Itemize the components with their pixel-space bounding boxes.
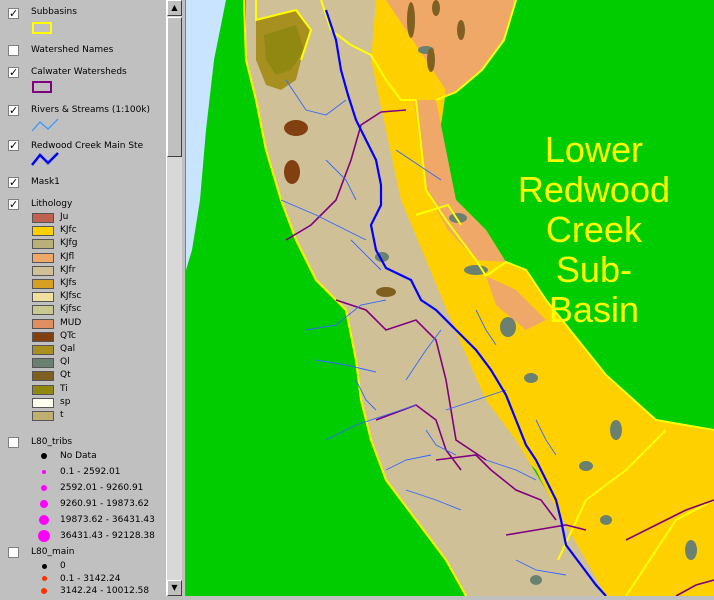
lithology-label: MUD (60, 317, 82, 328)
scroll-down-button[interactable]: ▼ (167, 580, 182, 596)
toc-scrollbar[interactable]: ▲ ▼ (166, 0, 182, 596)
lithology-swatch (32, 239, 54, 250)
lithology-label: KJfsc (60, 291, 82, 302)
lithology-swatch (32, 252, 54, 263)
point-symbol (39, 515, 49, 525)
point-class-label: 0 (60, 561, 66, 571)
point-symbol (41, 588, 47, 594)
point-symbol (42, 470, 46, 474)
lithology-swatch (32, 265, 54, 276)
lithology-swatch (32, 345, 54, 355)
scroll-thumb[interactable] (167, 17, 182, 157)
lithology-label: KJfl (60, 251, 75, 262)
lithology-swatch (32, 318, 54, 329)
layer-name-calwater[interactable]: Calwater Watersheds (31, 67, 127, 77)
lithology-label: Ti (60, 383, 68, 394)
calwater-symbol (32, 81, 52, 93)
lithology-swatch (32, 292, 54, 303)
lithology-label: Kjfsc (60, 304, 82, 315)
point-symbol (41, 453, 47, 459)
lithology-label: sp (60, 396, 71, 407)
point-class-label: 36431.43 - 92128.38 (60, 531, 155, 541)
layer-checkbox-mask1[interactable]: ✓ (8, 177, 19, 188)
point-class-label: 2592.01 - 9260.91 (60, 483, 144, 493)
layer-checkbox-subbasins[interactable]: ✓ (8, 8, 19, 19)
point-class-label: 0.1 - 3142.24 (60, 573, 121, 584)
point-symbol (41, 563, 47, 569)
lithology-swatch (32, 358, 54, 369)
layer-checkbox-rivers[interactable]: ✓ (8, 105, 19, 116)
lithology-swatch (32, 213, 54, 223)
lithology-label: t (60, 410, 64, 420)
layer-name-lithology[interactable]: Lithology (31, 199, 72, 209)
point-symbol (41, 485, 47, 491)
lithology-label: Ju (60, 212, 69, 222)
main-stem-symbol (31, 152, 59, 166)
point-class-label: 3142.24 - 10012.58 (60, 586, 150, 596)
lithology-swatch (32, 371, 54, 382)
layer-checkbox-l80-tribs[interactable] (8, 437, 19, 448)
point-symbol (40, 500, 48, 508)
lithology-swatch (32, 397, 54, 408)
table-of-contents: ✓ Subbasins Watershed Names ✓ Calwater W… (0, 0, 166, 596)
point-symbol (38, 530, 50, 542)
lithology-label: KJfr (60, 264, 76, 275)
layer-name-l80-main[interactable]: L80_main (31, 547, 74, 557)
layer-checkbox-lithology[interactable]: ✓ (8, 199, 19, 210)
lithology-swatch (32, 384, 54, 395)
point-symbol (41, 576, 47, 581)
lithology-label: Qt (60, 370, 71, 381)
litho-qtc-2 (284, 160, 300, 184)
layer-name-l80-tribs[interactable]: L80_tribs (31, 437, 72, 447)
scroll-up-button[interactable]: ▲ (167, 0, 182, 16)
map-canvas[interactable]: Lower Redwood Creek Sub- Basin (186, 0, 714, 597)
lithology-swatch (32, 411, 54, 421)
lithology-swatch (32, 331, 54, 342)
lithology-label: KJfc (60, 225, 77, 236)
layer-name-watershed-names[interactable]: Watershed Names (31, 45, 113, 55)
basin-label: Lower Redwood Creek Sub- Basin (517, 129, 670, 330)
subbasins-symbol (32, 22, 52, 34)
lithology-swatch (32, 279, 54, 289)
lithology-label: Qal (60, 344, 76, 354)
layer-checkbox-main-stem[interactable]: ✓ (8, 140, 19, 151)
layer-name-mask1[interactable]: Mask1 (31, 177, 60, 187)
point-class-label: 0.1 - 2592.01 (60, 467, 121, 477)
rivers-symbol (31, 118, 59, 132)
lithology-swatch (32, 305, 54, 316)
lithology-label: KJfs (60, 278, 77, 288)
point-class-label: No Data (60, 451, 97, 461)
lithology-label: KJfg (60, 238, 78, 249)
layer-checkbox-watershed-names[interactable] (8, 45, 19, 56)
point-class-label: 9260.91 - 19873.62 (60, 499, 150, 509)
layer-name-rivers[interactable]: Rivers & Streams (1:100k) (31, 105, 150, 115)
lithology-label: QTc (60, 330, 77, 341)
lithology-swatch (32, 226, 54, 237)
litho-qtc-1 (284, 120, 308, 136)
litho-qt-1 (376, 287, 396, 297)
layer-checkbox-l80-main[interactable] (8, 547, 19, 558)
lithology-label: Ql (60, 357, 70, 368)
point-class-label: 19873.62 - 36431.43 (60, 515, 155, 525)
layer-checkbox-calwater[interactable]: ✓ (8, 67, 19, 78)
layer-name-subbasins[interactable]: Subbasins (31, 7, 77, 17)
